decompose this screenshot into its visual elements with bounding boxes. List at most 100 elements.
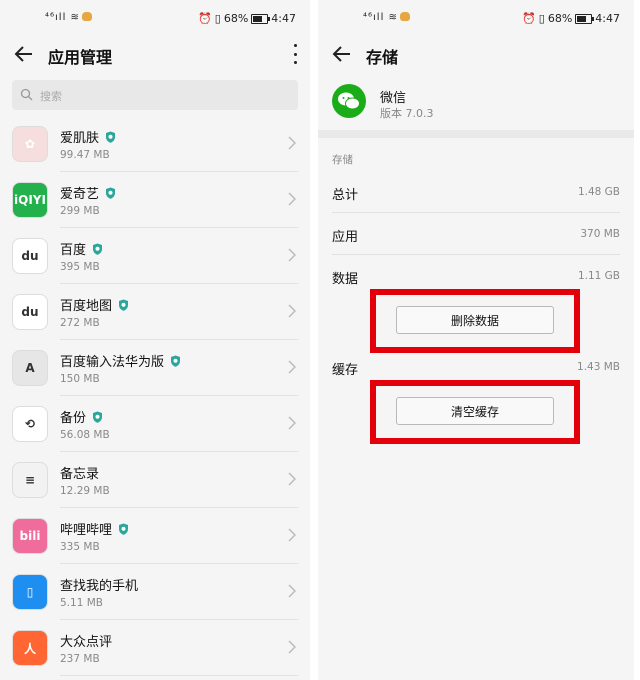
wechat-icon: [332, 84, 366, 118]
app-size: 395 MB: [60, 261, 100, 273]
iqiyi-icon: iQIYI: [12, 182, 48, 218]
app-name: 爱奇艺: [60, 187, 100, 202]
chevron-right-icon: [288, 416, 296, 430]
page-title: 存储: [366, 48, 399, 67]
app-name: 百度输入法华为版: [60, 355, 165, 370]
app-name: 哔哩哔哩: [60, 523, 113, 538]
app-list-item[interactable]: A 百度输入法华为版 150 MB: [0, 340, 310, 396]
security-shield-icon: [93, 411, 103, 423]
app-name-line: 爱奇艺: [60, 183, 116, 202]
app-size: 237 MB: [60, 653, 100, 665]
row-label: 缓存: [332, 363, 359, 378]
app-list-item[interactable]: ▯ 查找我的手机 5.11 MB: [0, 564, 310, 620]
chevron-right-icon: [288, 136, 296, 150]
delete-data-button[interactable]: 删除数据: [396, 306, 554, 334]
security-shield-icon: [93, 243, 103, 255]
dianping-icon: 人: [12, 630, 48, 666]
icon-glyph: 人: [23, 641, 36, 656]
section-divider: [318, 130, 634, 138]
icon-glyph: bili: [19, 529, 41, 543]
notepad-icon: ≡: [12, 462, 48, 498]
storage-screen: ⁴⁶ıll ≋ ⏰ ▯ 68% 4:47 存储 微信 版本 7.0.3 存储 总…: [318, 0, 634, 680]
app-name-line: 查找我的手机: [60, 575, 138, 594]
security-shield-icon: [119, 523, 129, 535]
clock: 4:47: [595, 12, 620, 25]
chevron-right-icon: [288, 640, 296, 654]
icon-glyph: iQIYI: [14, 193, 46, 207]
clock: 4:47: [271, 12, 296, 25]
app-list-item[interactable]: 人 大众点评 237 MB: [0, 620, 310, 676]
icon-glyph: ✿: [24, 137, 36, 151]
app-size: 5.11 MB: [60, 597, 103, 609]
chevron-right-icon: [288, 192, 296, 206]
chevron-right-icon: [288, 304, 296, 318]
status-bar: ⁴⁶ıll ≋ ⏰ ▯ 68% 4:47: [0, 0, 310, 38]
security-shield-icon: [171, 355, 181, 367]
app-name: 百度: [60, 243, 87, 258]
app-bar: 应用管理: [0, 38, 310, 70]
signal-wifi-icon: ⁴⁶ıll ≋: [45, 12, 92, 23]
row-value: 1.48 GB: [577, 186, 620, 198]
app-list-item[interactable]: iQIYI 爱奇艺 299 MB: [0, 172, 310, 228]
icon-glyph: ≡: [24, 473, 36, 487]
row-divider: [332, 212, 620, 213]
vibrate-icon: ▯: [214, 12, 221, 25]
back-arrow-icon[interactable]: [12, 42, 36, 66]
app-name-line: 备份: [60, 407, 103, 426]
app-name: 备忘录: [60, 467, 100, 482]
app-list-item[interactable]: du 百度 395 MB: [0, 228, 310, 284]
storage-row-app: 应用 370 MB: [332, 215, 620, 255]
icon-glyph: A: [25, 361, 35, 375]
app-list-item[interactable]: ⟲ 备份 56.08 MB: [0, 396, 310, 452]
app-size: 99.47 MB: [60, 149, 110, 161]
app-name-line: 爱肌肤: [60, 127, 116, 146]
app-list-item[interactable]: ≡ 备忘录 12.29 MB: [0, 452, 310, 508]
app-name: 微信: [380, 91, 407, 106]
app-size: 299 MB: [60, 205, 100, 217]
app-name: 百度地图: [60, 299, 113, 314]
icon-glyph: du: [21, 249, 39, 263]
alarm-icon: ⏰: [198, 12, 212, 25]
row-label: 应用: [332, 230, 359, 245]
clear-cache-button[interactable]: 清空缓存: [396, 397, 554, 425]
more-options-icon[interactable]: [292, 44, 298, 64]
battery-icon: [575, 13, 595, 24]
app-size: 272 MB: [60, 317, 100, 329]
find-phone-icon: ▯: [12, 574, 48, 610]
search-icon: [20, 88, 33, 101]
app-list-item[interactable]: ✿ 爱肌肤 99.47 MB: [0, 116, 310, 172]
security-shield-icon: [106, 187, 116, 199]
row-label: 总计: [332, 188, 359, 203]
storage-row-total: 总计 1.48 GB: [332, 173, 620, 213]
battery-percent: 68%: [223, 12, 249, 25]
baidu-input-icon: A: [12, 350, 48, 386]
security-shield-icon: [106, 131, 116, 143]
page-title: 应用管理: [48, 48, 113, 67]
status-bar: ⁴⁶ıll ≋ ⏰ ▯ 68% 4:47: [318, 0, 634, 38]
app-name-line: 百度输入法华为版: [60, 351, 181, 370]
app-list-item[interactable]: bili 哔哩哔哩 335 MB: [0, 508, 310, 564]
back-arrow-icon[interactable]: [330, 42, 354, 66]
section-label: 存储: [332, 154, 353, 166]
aijifu-icon: ✿: [12, 126, 48, 162]
app-list-item[interactable]: du 百度地图 272 MB: [0, 284, 310, 340]
alarm-icon: ⏰: [522, 12, 536, 25]
app-management-screen: ⁴⁶ıll ≋ ⏰ ▯ 68% 4:47 应用管理 搜索 ✿ 爱肌肤 99.47 M…: [0, 0, 310, 680]
row-divider: [332, 254, 620, 255]
icon-glyph: ⟲: [24, 417, 36, 431]
app-size: 335 MB: [60, 541, 100, 553]
chevron-right-icon: [288, 248, 296, 262]
app-name-line: 哔哩哔哩: [60, 519, 129, 538]
app-name: 备份: [60, 411, 87, 426]
app-list: ✿ 爱肌肤 99.47 MB iQIYI 爱奇艺 299 MB du 百度 395 MB du 百度…: [0, 116, 310, 676]
app-bar: 存储: [318, 38, 634, 70]
search-input[interactable]: 搜索: [12, 80, 298, 110]
baidu-icon: du: [12, 238, 48, 274]
search-placeholder: 搜索: [40, 90, 62, 103]
app-name: 查找我的手机: [60, 579, 139, 594]
row-label: 数据: [332, 272, 359, 287]
battery-icon: [251, 13, 271, 24]
app-version: 版本 7.0.3: [380, 107, 434, 120]
battery-percent: 68%: [547, 12, 573, 25]
app-name: 大众点评: [60, 635, 113, 650]
